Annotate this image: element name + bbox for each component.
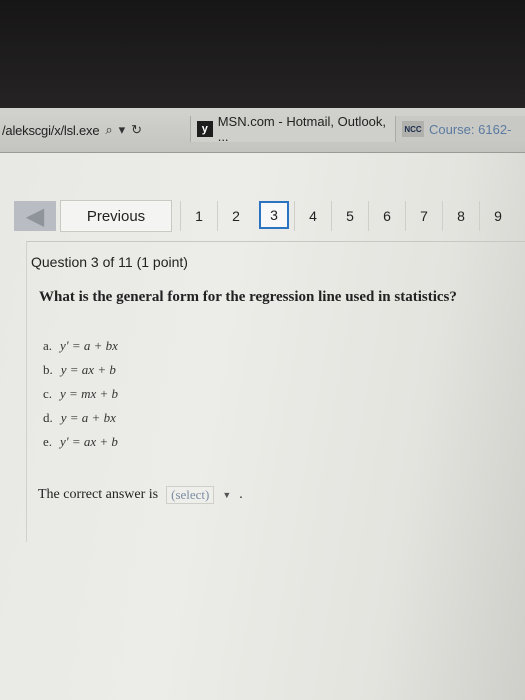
option-letter: e. — [43, 434, 53, 449]
question-text: What is the general form for the regress… — [39, 289, 457, 305]
page-9[interactable]: 9 — [479, 201, 516, 231]
page-3-current[interactable]: 3 — [259, 201, 289, 229]
browser-chrome: /alekscgi/x/lsl.exe ⌕ ▾ ↻ y MSN.com - Ho… — [0, 108, 525, 153]
tab-msn-label: MSN.com - Hotmail, Outlook, ... — [217, 114, 387, 144]
option-letter: b. — [43, 362, 53, 377]
search-icon[interactable]: ⌕ — [105, 122, 112, 138]
option-c: c. y = mx + b — [43, 386, 118, 410]
screen-bezel — [0, 0, 525, 108]
page-1[interactable]: 1 — [180, 201, 217, 231]
previous-button[interactable]: Previous — [60, 200, 172, 232]
option-b: b. y = ax + b — [43, 362, 118, 386]
option-formula: y = mx + b — [60, 386, 119, 401]
address-url[interactable]: /alekscgi/x/lsl.exe — [0, 123, 100, 138]
page-numbers: 1 2 3 4 5 6 7 8 9 — [180, 201, 516, 231]
refresh-icon[interactable]: ↻ — [131, 122, 142, 138]
msn-tab-icon: y — [197, 121, 213, 137]
previous-arrow-icon[interactable]: ◀ — [14, 201, 56, 231]
address-bar[interactable]: /alekscgi/x/lsl.exe ⌕ ▾ ↻ — [0, 118, 190, 142]
page-6[interactable]: 6 — [368, 201, 405, 231]
question-navbar: ◀ Previous 1 2 3 4 5 6 7 8 9 — [14, 199, 525, 233]
option-letter: d. — [43, 410, 53, 425]
answer-select[interactable]: (select) — [166, 486, 215, 504]
answer-suffix: . — [239, 487, 243, 502]
tab-msn[interactable]: y MSN.com - Hotmail, Outlook, ... — [190, 114, 403, 144]
option-formula: y = a + bx — [60, 410, 116, 425]
page-7[interactable]: 7 — [405, 201, 442, 231]
aleks-page: ◀ Previous 1 2 3 4 5 6 7 8 9 Question 3 … — [0, 153, 525, 700]
option-e: e. y' = ax + b — [43, 434, 118, 458]
select-caret-icon[interactable]: ▼ — [222, 490, 231, 500]
ncc-tab-icon: NCC — [402, 121, 424, 137]
option-formula: y' = ax + b — [60, 434, 118, 449]
answer-prefix: The correct answer is — [38, 487, 159, 502]
page-4[interactable]: 4 — [294, 201, 331, 231]
option-a: a. y' = a + bx — [43, 338, 118, 362]
tab-course-label: Course: 6162- — [429, 121, 512, 137]
question-header: Question 3 of 11 (1 point) — [31, 254, 188, 270]
option-letter: c. — [43, 386, 53, 401]
option-d: d. y = a + bx — [43, 410, 118, 434]
options-list: a. y' = a + bx b. y = ax + b c. y = mx +… — [43, 338, 118, 458]
page-5[interactable]: 5 — [331, 201, 368, 231]
option-formula: y = ax + b — [60, 362, 116, 377]
option-formula: y' = a + bx — [60, 338, 118, 353]
page-8[interactable]: 8 — [442, 201, 479, 231]
option-letter: a. — [43, 338, 53, 353]
dropdown-arrow-icon[interactable]: ▾ — [119, 122, 126, 138]
answer-row: The correct answer is (select) ▼ . — [38, 486, 243, 504]
tab-course[interactable]: NCC Course: 6162- — [395, 116, 525, 142]
page-2[interactable]: 2 — [217, 201, 254, 231]
